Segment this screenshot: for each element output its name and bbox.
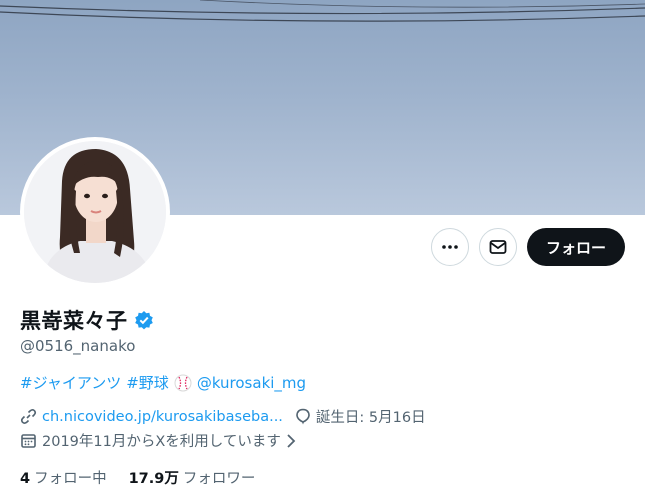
message-button[interactable] — [479, 228, 517, 266]
verified-badge-icon[interactable] — [134, 310, 154, 330]
followers-label: フォロワー — [182, 471, 256, 487]
hashtag-giants[interactable]: #ジャイアンツ — [20, 372, 121, 393]
display-name: 黒嵜菜々子 — [20, 309, 128, 333]
bio: #ジャイアンツ #野球 @kurosaki_mg — [20, 372, 306, 393]
birthday-text: 誕生日: 5月16日 — [315, 410, 426, 426]
follow-stats: 4 フォロー中 17.9万 フォロワー — [20, 467, 255, 488]
calendar-icon — [20, 432, 37, 449]
name-row: 黒嵜菜々子 — [20, 305, 154, 335]
baseball-icon — [174, 374, 192, 392]
joined-date: 2019年11月からXを利用しています — [42, 434, 281, 450]
balloon-icon — [295, 408, 311, 426]
link-icon — [20, 408, 37, 425]
hashtag-baseball[interactable]: #野球 — [126, 372, 169, 393]
followers-count: 17.9万 — [128, 471, 179, 487]
profile-actions: フォロー — [431, 228, 625, 266]
following-link[interactable]: 4 フォロー中 — [20, 467, 107, 488]
avatar-photo — [24, 141, 166, 283]
avatar[interactable] — [20, 137, 170, 287]
followers-link[interactable]: 17.9万 フォロワー — [129, 467, 256, 488]
following-count: 4 — [20, 471, 31, 487]
following-label: フォロー中 — [34, 471, 107, 487]
more-button[interactable] — [431, 228, 469, 266]
profile-meta-row-2: 2019年11月からXを利用しています — [20, 430, 297, 451]
more-icon — [441, 238, 459, 256]
profile-meta-row-1: ch.nicovideo.jp/kurosakibaseba... 誕生日: 5… — [20, 406, 426, 427]
follow-button[interactable]: フォロー — [527, 228, 625, 266]
message-icon — [488, 237, 508, 257]
mention-link[interactable]: @kurosaki_mg — [197, 374, 306, 392]
chevron-right-icon[interactable] — [285, 433, 297, 449]
handle: @0516_nanako — [20, 337, 136, 355]
profile-link[interactable]: ch.nicovideo.jp/kurosakibaseba... — [42, 409, 283, 425]
